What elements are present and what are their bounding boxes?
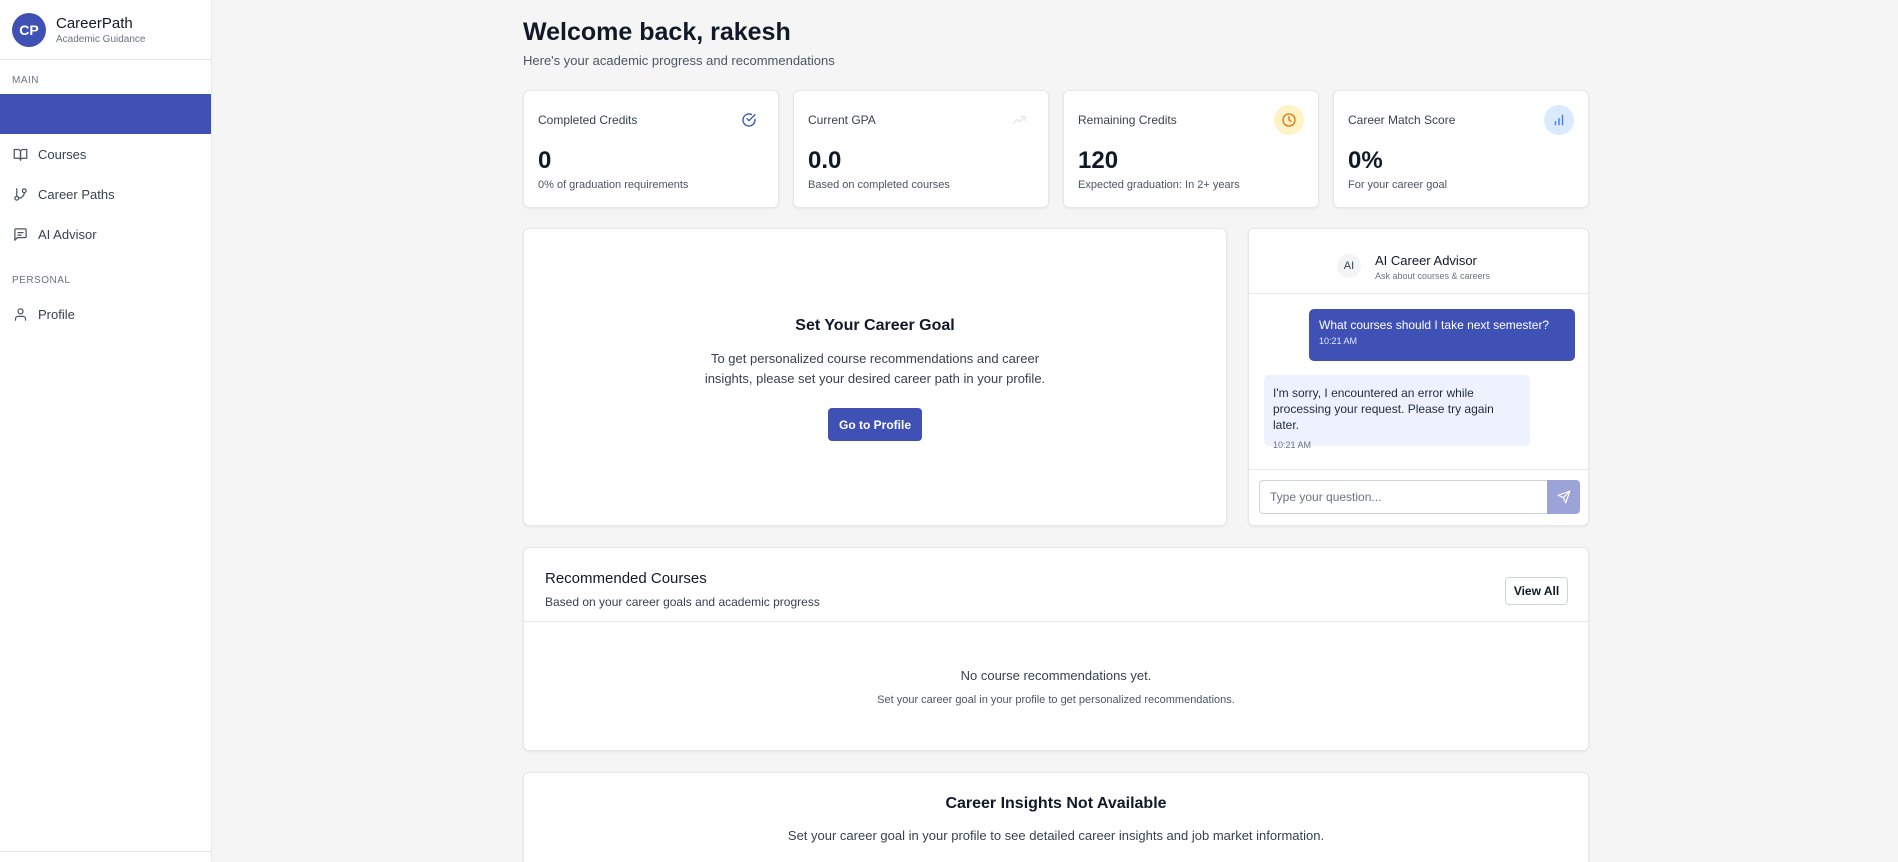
send-icon <box>1557 490 1571 504</box>
stat-note: For your career goal <box>1348 179 1448 191</box>
git-branch-icon <box>12 186 28 202</box>
sidebar-item-label: AI Advisor <box>38 226 97 242</box>
ai-advisor-card: AI AI Career Advisor Ask about courses &… <box>1248 228 1589 526</box>
divider <box>524 621 1588 622</box>
clock-icon <box>1274 105 1304 135</box>
brand-tagline: Academic Guidance <box>56 33 146 45</box>
sidebar-item-label: Courses <box>38 146 87 162</box>
user-icon <box>12 306 28 322</box>
chat-message-advisor: I'm sorry, I encountered an error while … <box>1264 375 1530 450</box>
sidebar: CP CareerPath Academic Guidance MAIN Cou… <box>0 0 212 862</box>
avatar: AI <box>1337 254 1361 278</box>
stat-card-career-match: Career Match Score 0% For your career go… <box>1333 90 1589 208</box>
career-goal-card: Set Your Career Goal To get personalized… <box>523 228 1227 526</box>
message-square-icon <box>12 226 28 242</box>
chat-message-user: What courses should I take next semester… <box>1309 309 1575 361</box>
stat-label: Remaining Credits <box>1078 113 1177 127</box>
stat-value: 120 <box>1078 147 1119 174</box>
check-circle-icon <box>734 105 764 135</box>
empty-state-title: No course recommendations yet. <box>960 668 1152 683</box>
message-time: 10:21 AM <box>1273 440 1312 450</box>
career-insights-card: Career Insights Not Available Set your c… <box>523 772 1589 862</box>
stat-value: 0 <box>538 147 552 174</box>
stat-note: 0% of graduation requirements <box>538 179 689 191</box>
sidebar-item-career-paths[interactable]: Career Paths <box>0 174 211 214</box>
empty-state-text: Set your career goal in your profile to … <box>877 694 1235 706</box>
advisor-subtitle: Ask about courses & careers <box>1375 271 1491 281</box>
sidebar-item-label: Career Paths <box>38 186 115 202</box>
sidebar-footer-divider <box>0 851 211 852</box>
sidebar-item-label: Profile <box>38 306 75 322</box>
brand-name: CareerPath <box>56 14 133 32</box>
chat-input-row <box>1249 469 1588 525</box>
stat-note: Expected graduation: In 2+ years <box>1078 179 1240 191</box>
stat-value: 0.0 <box>808 147 842 174</box>
send-button[interactable] <box>1547 480 1580 514</box>
recommended-courses-card: Recommended Courses Based on your career… <box>523 547 1589 751</box>
nav-section-personal: PERSONAL <box>12 275 71 286</box>
go-to-profile-button[interactable]: Go to Profile <box>828 408 922 441</box>
sidebar-item-ai-advisor[interactable]: AI Advisor <box>0 214 211 254</box>
recommended-subtitle: Based on your career goals and academic … <box>545 595 820 609</box>
stat-value: 0% <box>1348 147 1383 174</box>
stat-label: Completed Credits <box>538 113 638 127</box>
bar-chart-icon <box>1544 105 1574 135</box>
message-time: 10:21 AM <box>1319 336 1358 346</box>
stat-card-completed-credits: Completed Credits 0 0% of graduation req… <box>523 90 779 208</box>
page-title: Welcome back, rakesh <box>523 18 791 46</box>
stat-label: Current GPA <box>808 113 876 127</box>
message-text: I'm sorry, I encountered an error while … <box>1273 386 1494 432</box>
stat-card-remaining-credits: Remaining Credits 120 Expected graduatio… <box>1063 90 1319 208</box>
advisor-header: AI AI Career Advisor Ask about courses &… <box>1249 229 1588 294</box>
recommended-title: Recommended Courses <box>545 570 707 587</box>
nav-section-main: MAIN <box>12 75 39 86</box>
stat-label: Career Match Score <box>1348 113 1456 127</box>
sidebar-item-courses[interactable]: Courses <box>0 134 211 174</box>
dashboard-icon <box>12 106 28 122</box>
sidebar-item-dashboard[interactable] <box>0 94 211 134</box>
insights-title: Career Insights Not Available <box>945 795 1167 812</box>
career-goal-text: To get personalized course recommendatio… <box>704 351 1046 386</box>
sidebar-item-profile[interactable]: Profile <box>0 294 211 334</box>
trending-up-icon <box>1004 105 1034 135</box>
view-all-button[interactable]: View All <box>1505 577 1568 605</box>
insights-text: Set your career goal in your profile to … <box>787 828 1325 843</box>
brand[interactable]: CP CareerPath Academic Guidance <box>0 0 211 60</box>
stat-note: Based on completed courses <box>808 179 950 191</box>
chat-input[interactable] <box>1259 480 1547 514</box>
advisor-title: AI Career Advisor <box>1375 253 1477 268</box>
message-text: What courses should I take next semester… <box>1319 318 1550 332</box>
career-goal-title: Set Your Career Goal <box>795 317 955 334</box>
stat-card-current-gpa: Current GPA 0.0 Based on completed cours… <box>793 90 1049 208</box>
brand-logo: CP <box>12 12 46 47</box>
book-open-icon <box>12 146 28 162</box>
page-subtitle: Here's your academic progress and recomm… <box>523 53 835 68</box>
